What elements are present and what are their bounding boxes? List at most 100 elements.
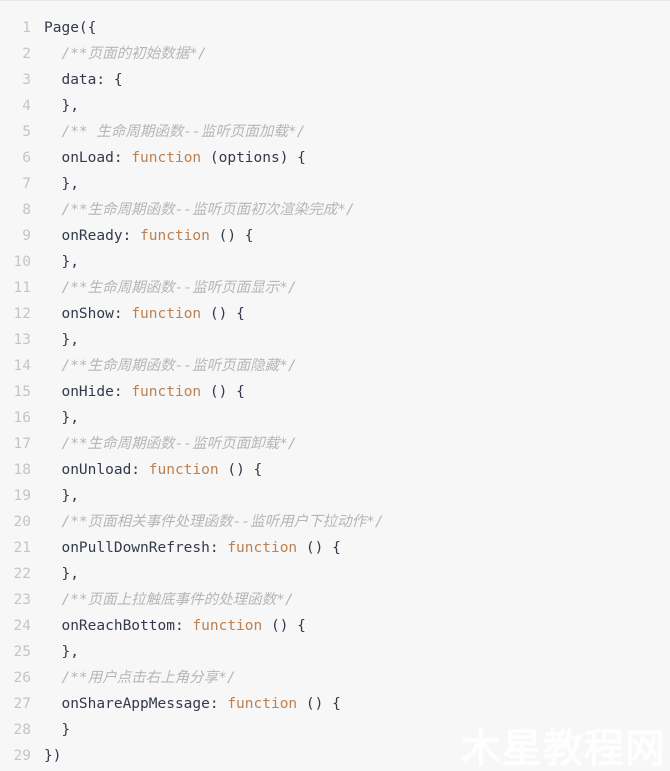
code-line[interactable]: 6 onLoad: function (options) { [0, 145, 670, 171]
line-content: /**页面上拉触底事件的处理函数*/ [44, 587, 670, 613]
line-number: 28 [0, 717, 44, 743]
code-token-params: () { [210, 228, 254, 244]
line-number: 26 [0, 665, 44, 691]
code-line[interactable]: 17 /**生命周期函数--监听页面卸载*/ [0, 431, 670, 457]
code-line[interactable]: 26 /**用户点击右上角分享*/ [0, 665, 670, 691]
line-number: 3 [0, 67, 44, 93]
line-number: 1 [0, 15, 44, 41]
code-line[interactable]: 7 }, [0, 171, 670, 197]
code-token-identifier: onShareAppMessage: [44, 696, 227, 712]
line-number: 21 [0, 535, 44, 561]
line-number: 12 [0, 301, 44, 327]
line-content: }, [44, 405, 670, 431]
code-token-keyword: function [131, 384, 201, 400]
line-number: 16 [0, 405, 44, 431]
code-token-identifier: onHide: [44, 384, 131, 400]
code-token-keyword: function [149, 462, 219, 478]
line-number: 9 [0, 223, 44, 249]
line-number: 4 [0, 93, 44, 119]
code-token-keyword: function [140, 228, 210, 244]
line-number: 22 [0, 561, 44, 587]
code-line[interactable]: 23 /**页面上拉触底事件的处理函数*/ [0, 587, 670, 613]
code-line[interactable]: 8 /**生命周期函数--监听页面初次渲染完成*/ [0, 197, 670, 223]
code-token-identifier: }, [44, 332, 79, 348]
code-token-params: () { [219, 462, 263, 478]
code-token-identifier: }) [44, 748, 61, 764]
code-line[interactable]: 15 onHide: function () { [0, 379, 670, 405]
code-line[interactable]: 9 onReady: function () { [0, 223, 670, 249]
code-line[interactable]: 1Page({ [0, 15, 670, 41]
code-line[interactable]: 19 }, [0, 483, 670, 509]
code-line[interactable]: 10 }, [0, 249, 670, 275]
line-content: onReady: function () { [44, 223, 670, 249]
line-content: /**页面相关事件处理函数--监听用户下拉动作*/ [44, 509, 670, 535]
code-token-identifier: onReady: [44, 228, 140, 244]
code-line[interactable]: 3 data: { [0, 67, 670, 93]
line-number: 19 [0, 483, 44, 509]
line-content: /**生命周期函数--监听页面卸载*/ [44, 431, 670, 457]
code-line[interactable]: 13 }, [0, 327, 670, 353]
code-token-identifier: onReachBottom: [44, 618, 192, 634]
code-line[interactable]: 11 /**生命周期函数--监听页面显示*/ [0, 275, 670, 301]
line-content: }, [44, 483, 670, 509]
line-number: 25 [0, 639, 44, 665]
line-number: 20 [0, 509, 44, 535]
line-number: 7 [0, 171, 44, 197]
code-line[interactable]: 22 }, [0, 561, 670, 587]
line-number: 29 [0, 743, 44, 769]
code-line[interactable]: 20 /**页面相关事件处理函数--监听用户下拉动作*/ [0, 509, 670, 535]
code-line[interactable]: 12 onShow: function () { [0, 301, 670, 327]
line-number: 2 [0, 41, 44, 67]
line-number: 24 [0, 613, 44, 639]
code-token-identifier: }, [44, 98, 79, 114]
line-number: 10 [0, 249, 44, 275]
line-content: onLoad: function (options) { [44, 145, 670, 171]
code-line[interactable]: 5 /** 生命周期函数--监听页面加载*/ [0, 119, 670, 145]
code-token-keyword: function [192, 618, 262, 634]
line-number: 5 [0, 119, 44, 145]
code-token-params: (options) { [201, 150, 306, 166]
line-content: Page({ [44, 15, 670, 41]
code-token-keyword: function [227, 696, 297, 712]
code-line[interactable]: 27 onShareAppMessage: function () { [0, 691, 670, 717]
code-line[interactable]: 14 /**生命周期函数--监听页面隐藏*/ [0, 353, 670, 379]
code-token-identifier: }, [44, 410, 79, 426]
code-line[interactable]: 2 /**页面的初始数据*/ [0, 41, 670, 67]
code-line[interactable]: 16 }, [0, 405, 670, 431]
line-content: onUnload: function () { [44, 457, 670, 483]
line-number: 15 [0, 379, 44, 405]
line-content: onShow: function () { [44, 301, 670, 327]
code-line[interactable]: 24 onReachBottom: function () { [0, 613, 670, 639]
line-number: 27 [0, 691, 44, 717]
line-number: 18 [0, 457, 44, 483]
line-number: 8 [0, 197, 44, 223]
code-token-identifier: }, [44, 176, 79, 192]
code-block[interactable]: 1Page({2 /**页面的初始数据*/3 data: {4 },5 /** … [0, 0, 670, 771]
line-content: data: { [44, 67, 670, 93]
line-number: 6 [0, 145, 44, 171]
line-number: 23 [0, 587, 44, 613]
code-token-identifier: onLoad: [44, 150, 131, 166]
code-line[interactable]: 25 }, [0, 639, 670, 665]
code-token-keyword: function [227, 540, 297, 556]
code-token-identifier: onUnload: [44, 462, 149, 478]
code-token-keyword: function [131, 150, 201, 166]
line-content: /**生命周期函数--监听页面隐藏*/ [44, 353, 670, 379]
line-content: /**生命周期函数--监听页面初次渲染完成*/ [44, 197, 670, 223]
line-content: }, [44, 639, 670, 665]
line-content: }, [44, 93, 670, 119]
code-token-identifier: data: { [44, 72, 123, 88]
code-line[interactable]: 4 }, [0, 93, 670, 119]
line-content: /**页面的初始数据*/ [44, 41, 670, 67]
line-content: onShareAppMessage: function () { [44, 691, 670, 717]
line-number: 11 [0, 275, 44, 301]
code-line[interactable]: 18 onUnload: function () { [0, 457, 670, 483]
code-line-list: 1Page({2 /**页面的初始数据*/3 data: {4 },5 /** … [0, 15, 670, 769]
code-line[interactable]: 21 onPullDownRefresh: function () { [0, 535, 670, 561]
line-content: /** 生命周期函数--监听页面加载*/ [44, 119, 670, 145]
line-content: }, [44, 249, 670, 275]
code-token-params: () { [297, 540, 341, 556]
code-token-keyword: function [131, 306, 201, 322]
line-number: 13 [0, 327, 44, 353]
code-token-identifier: }, [44, 644, 79, 660]
